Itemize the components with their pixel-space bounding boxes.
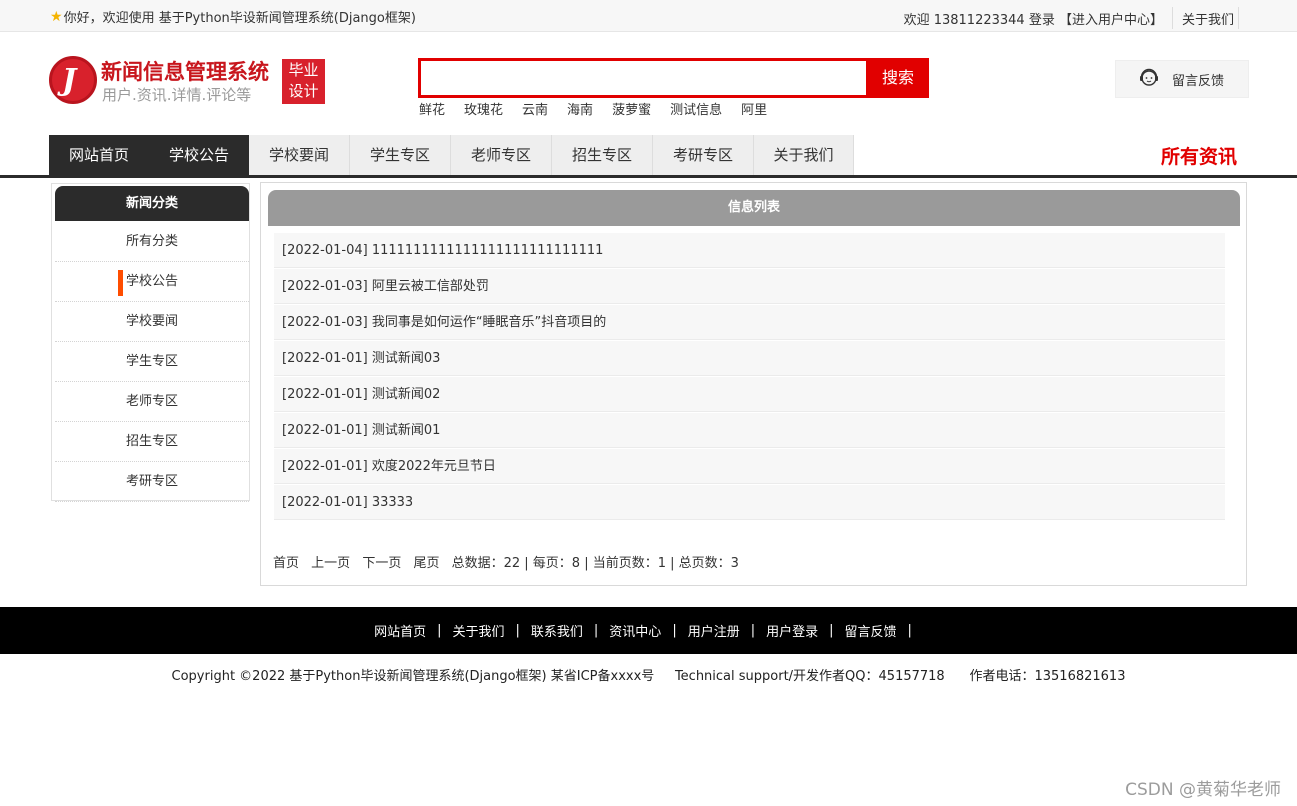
footer-separator: | [750, 623, 756, 638]
footer-separator: | [515, 623, 520, 638]
hot-words: 鲜花 玫瑰花 云南 海南 菠萝蜜 测试信息 阿里 [419, 99, 786, 118]
welcome-text: 你好，欢迎使用 基于Python毕设新闻管理系统(Django框架) [63, 11, 416, 26]
footer-separator: | [907, 623, 912, 638]
site-title: 新闻信息管理系统 [101, 60, 269, 84]
search-bar: 搜索 [418, 58, 929, 98]
copyright-text: Copyright ©2022 基于Python毕设新闻管理系统(Django框… [171, 669, 1126, 684]
sidebar-item-school-news[interactable]: 学校要闻 [55, 302, 249, 342]
star-icon: ★ [50, 8, 63, 25]
prev-page-link[interactable]: 上一页 [311, 556, 350, 571]
hot-word-link[interactable]: 海南 [567, 99, 593, 118]
logo-mark-icon: J [49, 56, 97, 104]
top-bar: ★ 你好，欢迎使用 基于Python毕设新闻管理系统(Django框架) 欢迎 … [0, 0, 1297, 32]
graduation-badge: 毕业 设计 [282, 59, 325, 104]
footer-link-news-center[interactable]: 资讯中心 [609, 621, 661, 640]
sidebar-item-school-notice[interactable]: 学校公告 [55, 262, 249, 302]
news-list-item[interactable]: [2022-01-01] 欢度2022年元旦节日 [274, 449, 1225, 484]
divider [1171, 7, 1173, 29]
footer-link-contact[interactable]: 联系我们 [531, 621, 583, 640]
nav-item-home[interactable]: 网站首页 [49, 135, 149, 175]
hot-word-link[interactable]: 阿里 [741, 99, 767, 118]
search-input[interactable] [421, 61, 866, 95]
user-center-link[interactable]: 【进入用户中心】 [1059, 9, 1163, 28]
hot-word-link[interactable]: 鲜花 [419, 99, 445, 118]
user-greeting: 欢迎 13811223344 登录 [903, 12, 1055, 28]
site-subtitle: 用户.资讯.详情.评论等 [102, 86, 252, 104]
news-list-item[interactable]: [2022-01-03] 我同事是如何运作“睡眠音乐”抖音项目的 [274, 305, 1225, 340]
news-list-item[interactable]: [2022-01-01] 测试新闻03 [274, 341, 1225, 376]
footer-separator: | [672, 623, 677, 638]
watermark-text: CSDN @黄菊华老师 [1125, 780, 1281, 800]
feedback-label: 留言反馈 [1172, 73, 1225, 89]
nav-item-about[interactable]: 关于我们 [754, 135, 854, 175]
sidebar-item-student-zone[interactable]: 学生专区 [55, 342, 249, 382]
footer-link-login[interactable]: 用户登录 [766, 621, 818, 640]
sidebar-title: 新闻分类 [55, 186, 249, 221]
search-button[interactable]: 搜索 [867, 58, 929, 98]
footer-link-register[interactable]: 用户注册 [688, 621, 740, 640]
next-page-link[interactable]: 下一页 [362, 556, 401, 571]
news-list-item[interactable]: [2022-01-03] 阿里云被工信部处罚 [274, 269, 1225, 304]
site-logo[interactable]: J 新闻信息管理系统 用户.资讯.详情.评论等 毕业 设计 [49, 56, 329, 106]
news-list-panel: 信息列表 [2022-01-04] 1111111111111111111111… [260, 182, 1247, 586]
hot-word-link[interactable]: 云南 [522, 99, 548, 118]
footer-separator: | [437, 623, 442, 638]
footer-link-about[interactable]: 关于我们 [452, 621, 504, 640]
feedback-button[interactable]: 留言反馈 [1115, 60, 1249, 98]
nav-item-teacher-zone[interactable]: 老师专区 [451, 135, 552, 175]
first-page-link[interactable]: 首页 [273, 556, 299, 571]
last-page-link[interactable]: 尾页 [413, 556, 439, 571]
hot-word-link[interactable]: 测试信息 [670, 99, 722, 118]
footer-link-home[interactable]: 网站首页 [374, 621, 426, 640]
pagination: 首页 上一页 下一页 尾页 总数据：22 | 每页：8 | 当前页数：1 | 总… [273, 552, 739, 571]
main-nav: 网站首页 学校公告 学校要闻 学生专区 老师专区 招生专区 考研专区 关于我们 … [0, 134, 1297, 178]
news-list-item[interactable]: [2022-01-01] 测试新闻01 [274, 413, 1225, 448]
welcome-message: ★ 你好，欢迎使用 基于Python毕设新闻管理系统(Django框架) [50, 7, 416, 27]
sidebar-item-all[interactable]: 所有分类 [55, 222, 249, 262]
nav-item-student-zone[interactable]: 学生专区 [350, 135, 451, 175]
user-links: 欢迎 13811223344 登录 【进入用户中心】 关于我们 [904, 7, 1239, 29]
footer-nav: 网站首页 | 关于我们 | 联系我们 | 资讯中心 | 用户注册 | 用户登录 … [0, 607, 1297, 654]
hot-word-link[interactable]: 菠萝蜜 [612, 99, 651, 118]
sidebar-item-admission-zone[interactable]: 招生专区 [55, 422, 249, 462]
category-sidebar: 新闻分类 所有分类 学校公告 学校要闻 学生专区 老师专区 招生专区 考研专区 [51, 183, 250, 502]
nav-item-admission-zone[interactable]: 招生专区 [552, 135, 653, 175]
about-link[interactable]: 关于我们 [1182, 9, 1234, 28]
nav-item-school-news[interactable]: 学校要闻 [249, 135, 350, 175]
footer-separator: | [829, 623, 834, 638]
divider [1238, 7, 1239, 29]
nav-item-postgrad-zone[interactable]: 考研专区 [653, 135, 754, 175]
hot-word-link[interactable]: 玫瑰花 [464, 99, 503, 118]
panel-title: 信息列表 [268, 190, 1240, 226]
footer-separator: | [593, 623, 599, 638]
pagination-stats: 总数据：22 | 每页：8 | 当前页数：1 | 总页数：3 [451, 556, 739, 571]
footer-link-feedback[interactable]: 留言反馈 [845, 621, 897, 640]
news-list-item[interactable]: [2022-01-01] 测试新闻02 [274, 377, 1225, 412]
all-news-link[interactable]: 所有资讯 [1161, 142, 1237, 169]
search-box [418, 58, 869, 98]
news-list-item[interactable]: [2022-01-04] 111111111111111111111111111… [274, 233, 1225, 268]
nav-item-school-notice[interactable]: 学校公告 [149, 135, 249, 175]
news-list-item[interactable]: [2022-01-01] 33333 [274, 485, 1225, 520]
sidebar-item-postgrad-zone[interactable]: 考研专区 [55, 462, 249, 502]
customer-service-icon [1138, 66, 1160, 92]
sidebar-item-teacher-zone[interactable]: 老师专区 [55, 382, 249, 422]
